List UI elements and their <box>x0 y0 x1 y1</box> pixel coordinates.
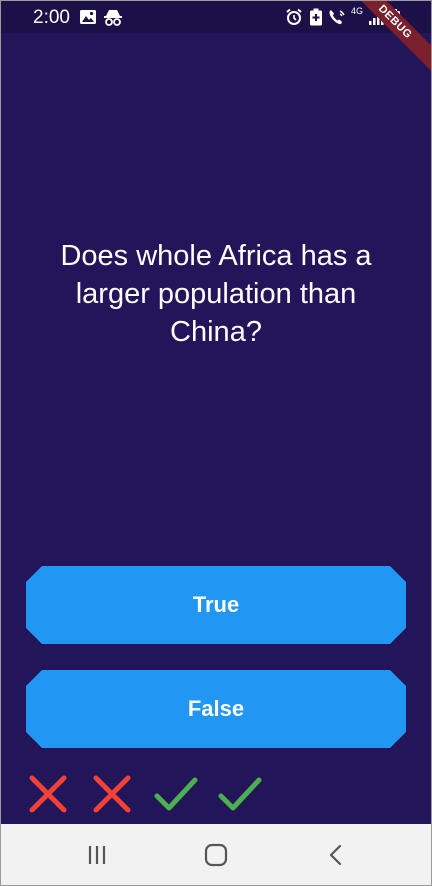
wifi-calling-icon <box>329 10 345 25</box>
true-button[interactable]: True <box>26 566 406 644</box>
correct-answer-icon <box>218 777 262 811</box>
question-text: Does whole Africa has a larger populatio… <box>60 240 372 348</box>
alarm-icon <box>286 8 302 25</box>
incognito-icon <box>104 10 122 26</box>
image-icon <box>80 10 96 24</box>
status-time: 2:00 <box>33 7 70 28</box>
score-keeper <box>25 771 263 817</box>
network-type: 4G <box>351 6 364 16</box>
wrong-answer-icon <box>29 775 67 813</box>
recents-icon[interactable] <box>83 842 111 868</box>
wrong-answer-icon <box>93 775 131 813</box>
home-icon[interactable] <box>202 842 230 868</box>
back-icon[interactable] <box>322 842 350 868</box>
battery-saver-icon <box>310 8 322 26</box>
status-bar: 2:00 4G DEBUG <box>1 1 431 78</box>
app-screen: 2:00 4G DEBUG Does whole Africa has a la… <box>0 0 432 886</box>
correct-answer-icon <box>154 777 198 811</box>
system-nav-bar <box>1 824 431 885</box>
false-button[interactable]: False <box>26 670 406 748</box>
